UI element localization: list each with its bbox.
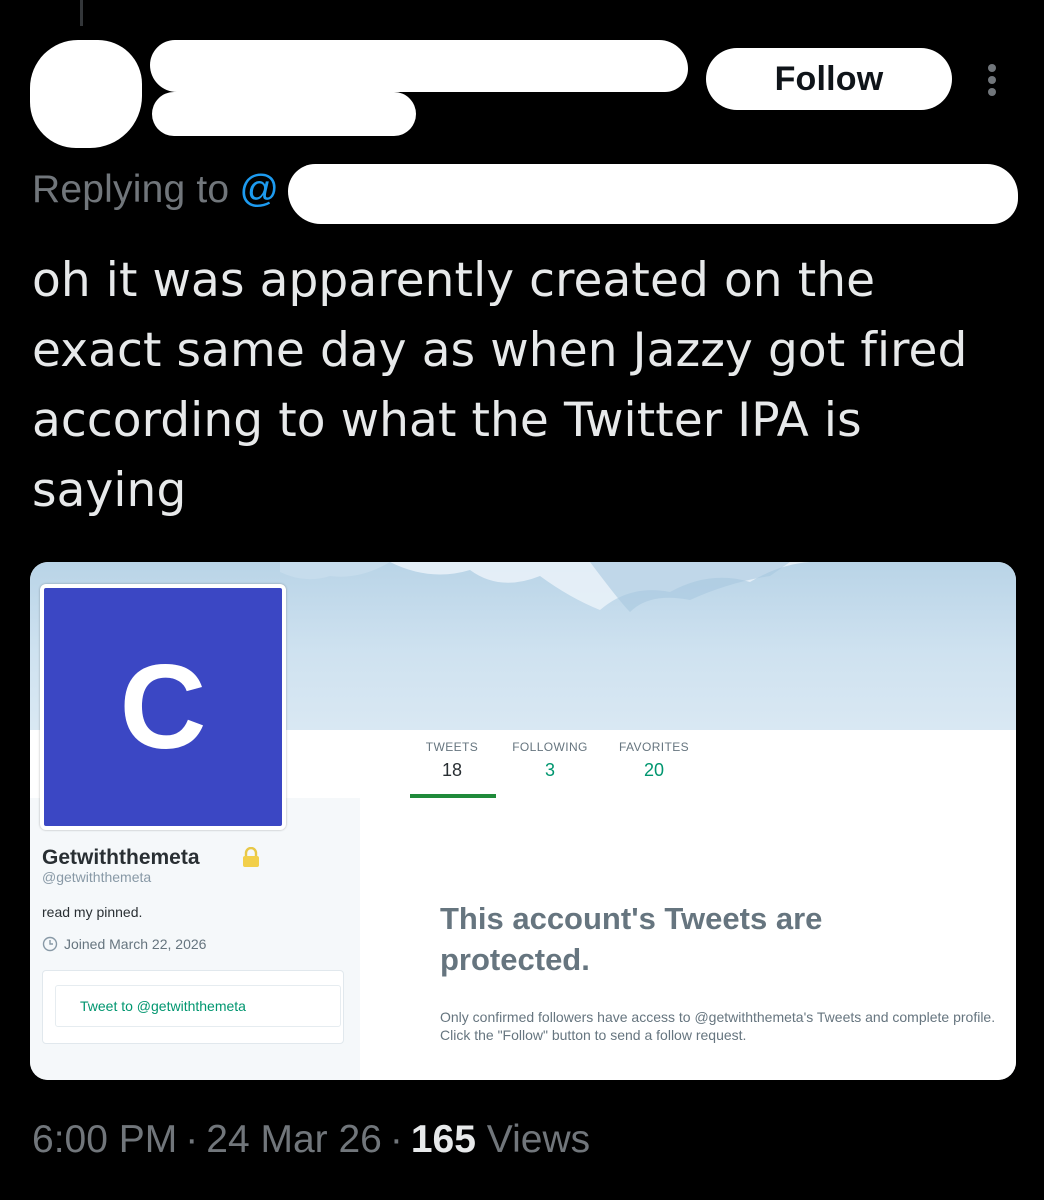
tweet-image[interactable]: TWEETS 18 FOLLOWING 3 FAVORITES 20 C Get… [30,562,1016,1080]
replying-label: Replying to [32,168,230,211]
avatar-redacted[interactable] [30,40,142,148]
separator-dot: · [389,1118,403,1161]
separator-dot: · [185,1118,199,1161]
active-tab-indicator [410,794,496,798]
profile-bio: read my pinned. [42,904,143,920]
display-name-redacted[interactable] [150,40,688,92]
tweet-meta: 6:00 PM · 24 Mar 26 · 165 Views [32,1118,590,1162]
tweet-text: oh it was apparently created on the exac… [32,253,968,518]
stat-value: 3 [544,760,555,780]
stat-value: 20 [643,760,665,780]
replying-to: Replying to @ [32,168,279,212]
reply-handle-redacted[interactable] [288,164,1018,224]
stat-label: FOLLOWING [512,740,588,754]
handle-redacted[interactable] [152,92,416,136]
stat-following[interactable]: FOLLOWING 3 [508,740,592,781]
tweet-to-button[interactable]: Tweet to @getwiththemeta [55,985,341,1027]
stat-label: FAVORITES [618,740,690,754]
reply-mention-link[interactable]: @ [239,168,279,211]
more-icon[interactable] [980,62,1004,98]
stat-value: 18 [441,760,463,780]
thread-line [80,0,83,26]
profile-name: Getwiththemeta [42,846,200,869]
profile-avatar: C [40,584,286,830]
protected-title: This account's Tweets are protected. [440,901,823,977]
tweet-to-box: Tweet to @getwiththemeta [42,970,344,1044]
protected-body: Only confirmed followers have access to … [440,1009,996,1043]
views-count: 165 [410,1118,476,1161]
stat-favorites[interactable]: FAVORITES 20 [614,740,694,781]
profile-handle: @getwiththemeta [42,869,152,885]
clock-icon [42,936,58,952]
stat-tweets[interactable]: TWEETS 18 [422,740,482,781]
stat-label: TWEETS [425,740,479,754]
tweet-date[interactable]: 24 Mar 26 [206,1118,382,1161]
views-label: Views [486,1118,591,1161]
lock-icon [243,847,259,867]
profile-joined: Joined March 22, 2026 [64,936,207,952]
avatar-letter: C [119,640,207,774]
tweet-time[interactable]: 6:00 PM [32,1118,177,1161]
follow-button[interactable]: Follow [706,48,952,110]
